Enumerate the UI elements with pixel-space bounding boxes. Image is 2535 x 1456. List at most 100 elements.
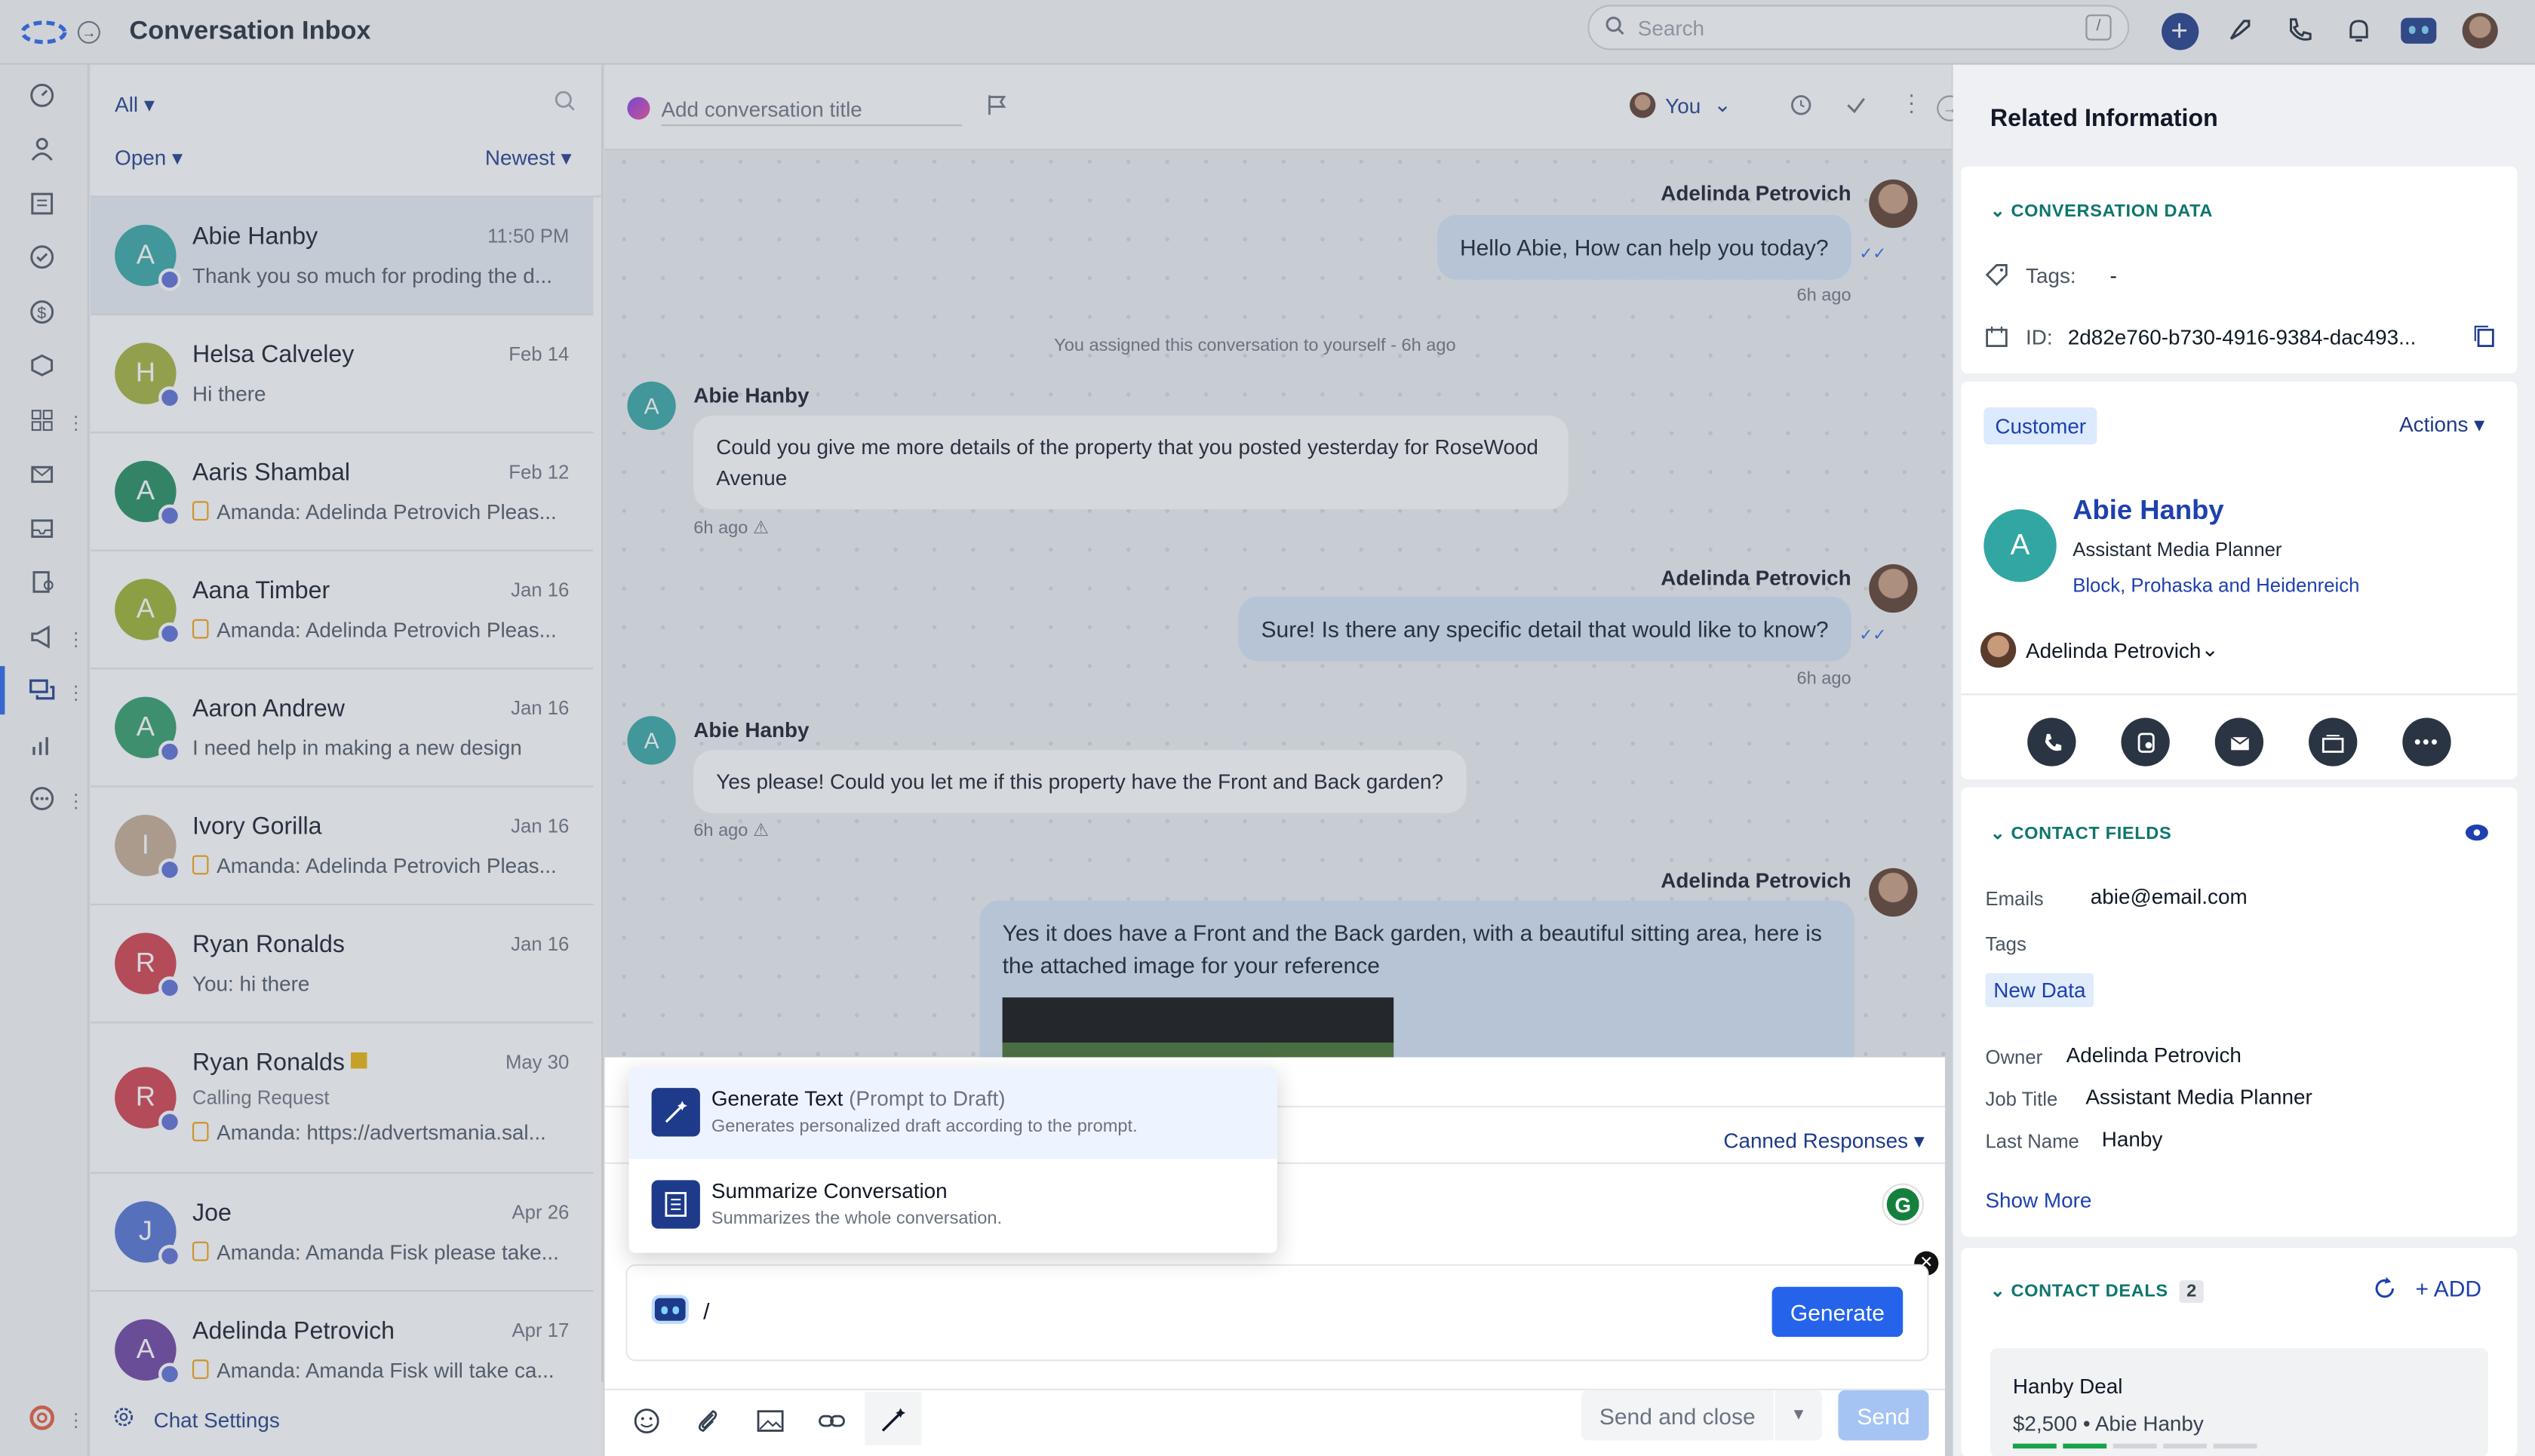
contact-deals-header[interactable]: ⌄ CONTACT DEALS 2 <box>1990 1280 2204 1304</box>
more-actions-button[interactable]: ••• <box>2402 717 2451 766</box>
avatar: A <box>115 1319 182 1386</box>
conversation-item[interactable]: A Aaris Shambal Feb 12 Amanda: Adelinda … <box>91 433 594 551</box>
image-icon[interactable] <box>757 1408 784 1442</box>
link-icon[interactable] <box>818 1408 845 1442</box>
note-icon <box>192 855 209 875</box>
ai-assistant-icon[interactable] <box>2399 11 2438 50</box>
contact-company-link[interactable]: Block, Prohaska and Heidenreich <box>2073 574 2359 597</box>
app-logo[interactable] <box>20 17 68 47</box>
ai-prompt-input[interactable]: / <box>703 1298 709 1324</box>
rocket-icon[interactable] <box>2220 11 2258 50</box>
deal-amount: $2,500 • Abie Hanby <box>2012 1411 2204 1436</box>
contact-deals-card: ⌄ CONTACT DEALS 2 + ADD Hanby Deal $2,50… <box>1961 1248 2518 1456</box>
refresh-icon[interactable] <box>2374 1276 2396 1308</box>
conversation-item[interactable]: J Joe Apr 26 Amanda: Amanda Fisk please … <box>91 1174 594 1292</box>
call-button[interactable] <box>2027 717 2076 766</box>
more-options-icon[interactable]: · · · <box>1908 82 1916 121</box>
conversation-data-header[interactable]: ⌄ CONVERSATION DATA <box>1990 201 2213 222</box>
help-icon[interactable] <box>24 1400 60 1436</box>
conversation-title-input[interactable]: Add conversation title <box>661 97 963 127</box>
filter-status-dropdown[interactable]: Open ▾ <box>115 146 183 171</box>
conversation-item[interactable]: A Aaron Andrew Jan 16 I need help in mak… <box>91 669 594 788</box>
contact-name: Abie Hanby <box>192 223 318 251</box>
box-icon[interactable] <box>24 348 60 383</box>
canned-responses-dropdown[interactable]: Canned Responses ▾ <box>1723 1129 1924 1154</box>
inbox-icon[interactable] <box>24 511 60 546</box>
apps-more-icon[interactable]: · · · <box>72 406 79 438</box>
more-apps-more-icon[interactable]: · · · <box>72 784 79 816</box>
conversation-item[interactable]: I Ivory Gorilla Jan 16 Amanda: Adelinda … <box>91 788 594 906</box>
chat-settings-link[interactable]: Chat Settings <box>91 1382 604 1456</box>
search-input[interactable]: Search / <box>1587 5 2130 51</box>
generate-button[interactable]: Generate <box>1771 1286 1904 1338</box>
conversation-item[interactable]: R Ryan Ronalds Jan 16 You: hi there <box>91 905 594 1024</box>
reports-icon[interactable] <box>24 727 60 763</box>
assignee-dropdown[interactable]: You ⌄ <box>1630 92 1731 118</box>
marketing-more-icon[interactable]: · · · <box>72 622 79 655</box>
tag-icon <box>1985 263 2008 294</box>
message-preview: Thank you so much for proding the d... <box>192 263 552 288</box>
email-button[interactable] <box>2214 717 2264 766</box>
filter-all-dropdown[interactable]: All ▾ <box>115 92 155 118</box>
flag-icon[interactable] <box>986 94 1009 124</box>
emoji-icon[interactable] <box>634 1408 659 1442</box>
tasks-icon[interactable] <box>24 239 60 275</box>
outgoing-message: Sure! Is there any specific detail that … <box>1238 596 1851 662</box>
dashboard-icon[interactable] <box>24 78 60 113</box>
conversation-item[interactable]: R Ryan Ronalds May 30 Calling Request Am… <box>91 1023 594 1174</box>
menu-item-summarize[interactable]: Summarize Conversation Summarizes the wh… <box>629 1159 1277 1251</box>
warning-icon: ⚠ <box>752 821 770 841</box>
conversations-icon[interactable] <box>24 672 60 708</box>
search-shortcut: / <box>2085 14 2112 41</box>
grammarly-icon[interactable]: G <box>1883 1184 1922 1224</box>
conversations-more-icon[interactable]: · · · <box>72 676 79 708</box>
message-preview: I need help in making a new design <box>192 736 522 760</box>
owner-dropdown[interactable]: Adelinda Petrovich ⌄ <box>1980 631 2219 668</box>
avatar: R <box>115 932 182 1000</box>
more-apps-icon[interactable] <box>24 781 60 816</box>
send-options-dropdown[interactable]: ▼ <box>1774 1390 1823 1441</box>
eye-icon[interactable] <box>2464 822 2490 851</box>
phone-icon[interactable] <box>2279 11 2318 50</box>
note-icon <box>192 1241 209 1261</box>
copy-icon[interactable] <box>2474 325 2495 356</box>
dollar-icon[interactable]: $ <box>24 294 60 330</box>
contact-name-link[interactable]: Abie Hanby <box>2073 495 2223 527</box>
help-more-icon[interactable]: · · · <box>72 1403 79 1436</box>
list-search-icon[interactable] <box>555 91 576 120</box>
conversation-item[interactable]: H Helsa Calveley Feb 14 Hi there <box>91 315 594 434</box>
contact-fields-header[interactable]: ⌄ CONTACT FIELDS <box>1990 823 2171 844</box>
add-icon[interactable]: + <box>2160 11 2199 50</box>
mass-email-button[interactable] <box>2309 717 2358 766</box>
contact-name: Aana Timber <box>192 577 330 605</box>
conversation-item[interactable]: A Aana Timber Jan 16 Amanda: Adelinda Pe… <box>91 551 594 670</box>
resolve-check-icon[interactable] <box>1845 94 1867 124</box>
show-more-link[interactable]: Show More <box>1985 1188 2091 1212</box>
messenger-badge-icon <box>158 386 182 410</box>
apps-icon[interactable] <box>24 403 60 438</box>
send-button[interactable]: Send <box>1838 1390 1929 1441</box>
actions-dropdown[interactable]: Actions ▾ <box>2399 412 2484 438</box>
send-and-close-button[interactable]: Send and close <box>1581 1390 1774 1441</box>
add-deal-button[interactable]: + ADD <box>2415 1276 2481 1301</box>
deal-card[interactable]: Hanby Deal $2,500 • Abie Hanby <box>1990 1348 2488 1456</box>
expand-arrow-icon[interactable]: → <box>77 20 100 43</box>
sort-dropdown[interactable]: Newest ▾ <box>485 146 572 171</box>
bell-icon[interactable] <box>2340 11 2378 50</box>
mail-icon[interactable] <box>24 456 60 491</box>
attachment-icon[interactable] <box>695 1408 721 1442</box>
calendar-icon[interactable] <box>24 186 60 221</box>
ai-wand-icon[interactable] <box>865 1392 922 1445</box>
megaphone-icon[interactable] <box>24 619 60 655</box>
user-avatar[interactable] <box>2460 11 2499 50</box>
chat-header: Add conversation title You ⌄ · · · <box>604 64 1952 151</box>
conversation-item[interactable]: A Abie Hanby 11:50 PM Thank you so much … <box>91 197 594 315</box>
menu-item-generate-text[interactable]: Generate Text (Prompt to Draft) Generate… <box>628 1067 1277 1160</box>
ai-bot-icon <box>651 1295 689 1325</box>
chat-badge-icon <box>158 740 182 763</box>
sms-button[interactable] <box>2121 717 2170 766</box>
forms-icon[interactable] <box>24 564 60 600</box>
note-icon <box>192 1122 209 1141</box>
contacts-icon[interactable] <box>24 131 60 167</box>
snooze-icon[interactable] <box>1790 94 1812 124</box>
